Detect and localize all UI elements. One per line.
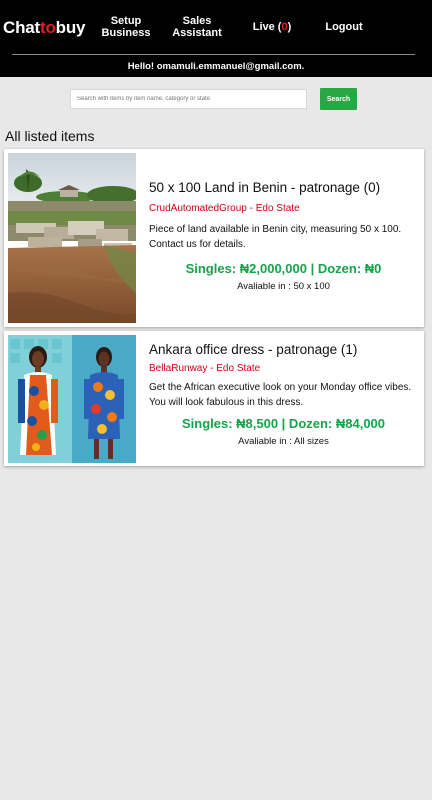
nav-divider: [12, 54, 415, 55]
listing-seller[interactable]: BellaRunway - Edo State: [149, 363, 418, 374]
nav-setup-label-1: Setup: [110, 15, 142, 27]
nav-sales-label-2: Assistant: [172, 27, 222, 39]
search-button[interactable]: Search: [320, 88, 357, 110]
search-input[interactable]: [70, 89, 307, 109]
listing-info: 50 x 100 Land in Benin - patronage (0) C…: [149, 180, 418, 292]
nav-live-label: Live (: [252, 21, 282, 33]
listing-availability: Avaliable in : All sizes: [238, 436, 329, 447]
listing-image-land[interactable]: [8, 153, 136, 323]
listing-card[interactable]: Ankara office dress - patronage (1) Bell…: [4, 331, 424, 466]
user-greeting: Hello! omamuli.emmanuel@gmail.com.: [127, 61, 305, 72]
listing-price: Singles: ₦2,000,000 | Dozen: ₦0: [185, 261, 382, 276]
page-title: All listed items: [5, 128, 95, 144]
listing-info: Ankara office dress - patronage (1) Bell…: [149, 342, 418, 447]
listing-seller[interactable]: CrudAutomatedGroup - Edo State: [149, 203, 418, 214]
listing-image-dress[interactable]: [8, 335, 136, 463]
nav-sales-assistant[interactable]: Sales Assistant: [166, 0, 228, 54]
listing-title[interactable]: Ankara office dress - patronage (1): [149, 342, 418, 357]
listing-description: Get the African executive look on your M…: [149, 382, 412, 408]
listing-title[interactable]: 50 x 100 Land in Benin - patronage (0): [149, 180, 418, 195]
nav-live[interactable]: Live (0): [244, 0, 300, 54]
nav-logout-label: Logout: [325, 21, 363, 33]
nav-logout[interactable]: Logout: [314, 0, 374, 54]
listing-description: Piece of land available in Benin city, m…: [149, 224, 402, 250]
brand-logo[interactable]: Chattobuy: [3, 18, 85, 38]
listing-price: Singles: ₦8,500 | Dozen: ₦84,000: [181, 416, 386, 431]
nav-setup-label-2: Business: [101, 27, 151, 39]
nav-setup-business[interactable]: Setup Business: [96, 0, 156, 54]
top-navbar: Chattobuy Setup Business Sales Assistant L…: [0, 0, 432, 77]
listing-card[interactable]: 50 x 100 Land in Benin - patronage (0) C…: [4, 149, 424, 327]
nav-sales-label-1: Sales: [182, 15, 212, 27]
listing-availability: Avaliable in : 50 x 100: [237, 281, 330, 292]
